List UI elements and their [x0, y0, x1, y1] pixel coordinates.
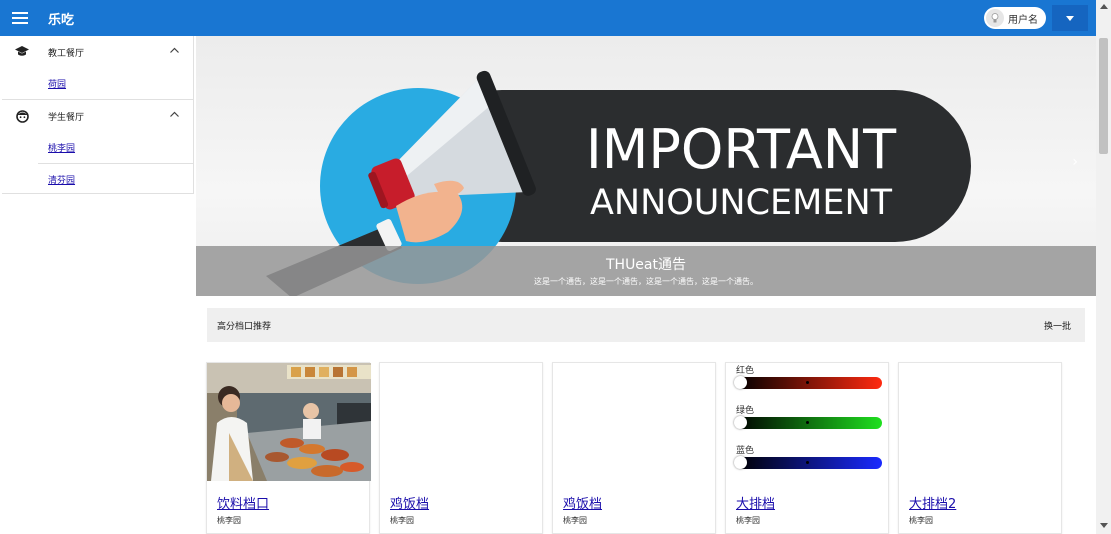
face-icon: [14, 108, 30, 124]
app-title: 乐吃: [48, 12, 75, 28]
page-scrollbar[interactable]: [1096, 0, 1111, 534]
announcement-carousel[interactable]: IMPORTANT ANNOUNCEMENT THUeat通告 这是一个通告，这…: [196, 36, 1096, 296]
red-slider[interactable]: [734, 376, 882, 389]
chevron-up-icon: [170, 111, 179, 117]
stall-title[interactable]: 饮料档口: [217, 493, 269, 512]
chevron-right-icon[interactable]: ›: [1072, 154, 1078, 170]
sidebar-item-heyuan[interactable]: 荷园: [2, 68, 193, 99]
slider-mark: [806, 381, 809, 384]
stall-card[interactable]: 鸡饭档 桃李园: [552, 362, 716, 534]
slider-mark: [806, 421, 809, 424]
scroll-down-icon[interactable]: [1100, 523, 1108, 528]
stall-title[interactable]: 大排档: [736, 493, 775, 512]
scroll-thumb[interactable]: [1099, 38, 1108, 154]
slider-thumb[interactable]: [734, 456, 747, 469]
stall-location: 桃李园: [563, 516, 587, 525]
app-bar: 乐吃 用户名: [0, 0, 1096, 36]
stall-card[interactable]: 红色 绿色 蓝色 大排档 桃李园: [725, 362, 889, 534]
sidebar-group-student[interactable]: 学生餐厅: [2, 100, 193, 132]
chevron-up-icon: [170, 47, 179, 53]
user-area: 用户名: [984, 5, 1088, 31]
scroll-up-icon[interactable]: [1100, 4, 1108, 9]
stall-location: 桃李园: [217, 516, 241, 525]
menu-icon[interactable]: [0, 0, 40, 36]
banner-caption: THUeat通告 这是一个通告，这是一个通告，这是一个通告，这是一个通告。: [196, 246, 1096, 296]
stall-card[interactable]: 大排档2 桃李园: [898, 362, 1062, 534]
red-slider-label: 红色: [736, 366, 755, 376]
color-picker: 红色 绿色 蓝色: [734, 363, 886, 483]
slider-thumb[interactable]: [734, 376, 747, 389]
slider-mark: [806, 461, 809, 464]
green-slider[interactable]: [734, 416, 882, 429]
sidebar-group-label: 学生餐厅: [48, 112, 85, 123]
stall-location: 桃李园: [909, 516, 933, 525]
recommend-title: 高分档口推荐: [217, 321, 272, 332]
user-chip[interactable]: 用户名: [984, 7, 1046, 29]
stall-title[interactable]: 鸡饭档: [563, 493, 602, 512]
banner-headline-1: IMPORTANT: [586, 118, 897, 181]
sidebar-item-label[interactable]: 桃李园: [48, 141, 75, 154]
sidebar-group-label: 教工餐厅: [48, 48, 85, 59]
sidebar-item-qingfenyuan[interactable]: 清芬园: [2, 164, 193, 195]
stall-cards: 饮料档口 桃李园 鸡饭档 桃李园 鸡饭档 桃李园 红色 绿色 蓝色 大排档 桃李…: [206, 362, 1086, 534]
blue-slider-label: 蓝色: [736, 446, 755, 456]
stall-card[interactable]: 鸡饭档 桃李园: [379, 362, 543, 534]
stall-location: 桃李园: [390, 516, 414, 525]
sidebar-item-taoliyuan[interactable]: 桃李园: [2, 132, 193, 163]
sidebar: 教工餐厅 荷园 学生餐厅 桃李园 清芬园: [2, 36, 194, 194]
graduation-cap-icon: [14, 44, 30, 60]
stall-location: 桃李园: [736, 516, 760, 525]
sidebar-item-label[interactable]: 清芬园: [48, 173, 75, 186]
stall-title[interactable]: 鸡饭档: [390, 493, 429, 512]
banner-caption-title: THUeat通告: [605, 257, 686, 273]
recommend-bar: 高分档口推荐 换一批: [207, 308, 1085, 342]
user-menu-button[interactable]: [1052, 5, 1088, 31]
sidebar-item-label[interactable]: 荷园: [48, 77, 66, 90]
avatar: [986, 9, 1004, 27]
slider-thumb[interactable]: [734, 416, 747, 429]
username: 用户名: [1008, 14, 1038, 26]
banner-caption-text: 这是一个通告，这是一个通告，这是一个通告，这是一个通告。: [534, 277, 758, 286]
blue-slider[interactable]: [734, 456, 882, 469]
stall-card[interactable]: 饮料档口 桃李园: [206, 362, 371, 534]
stall-photo: [207, 363, 371, 481]
caret-down-icon: [1066, 15, 1074, 21]
stall-title[interactable]: 大排档2: [909, 493, 956, 512]
swap-batch-button[interactable]: 换一批: [1044, 319, 1071, 332]
main-content: IMPORTANT ANNOUNCEMENT THUeat通告 这是一个通告，这…: [196, 36, 1096, 534]
banner-headline-2: ANNOUNCEMENT: [590, 183, 893, 223]
sidebar-group-staff[interactable]: 教工餐厅: [2, 36, 193, 68]
green-slider-label: 绿色: [736, 406, 755, 416]
